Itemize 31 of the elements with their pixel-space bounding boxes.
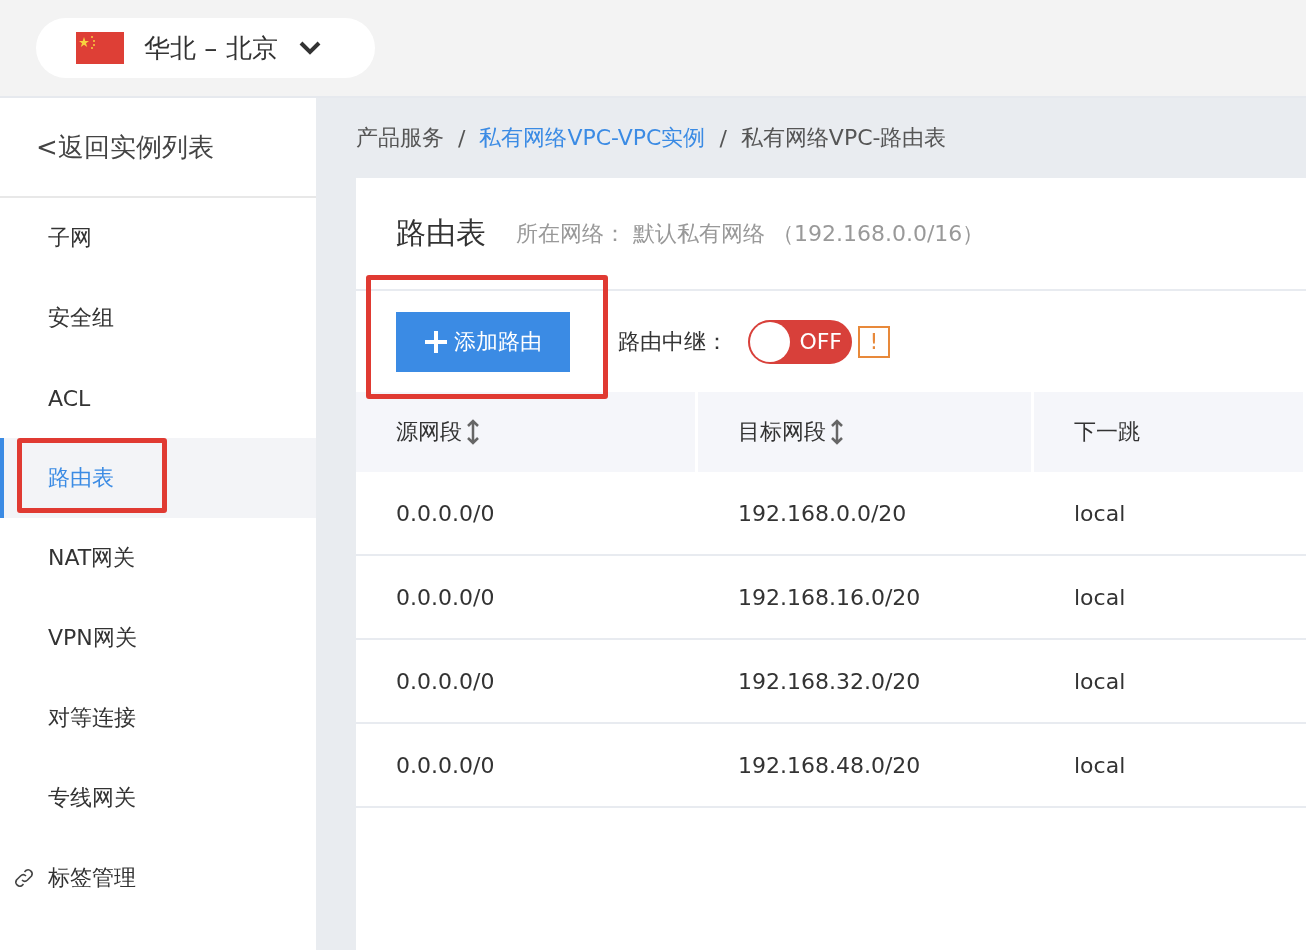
breadcrumb-separator: / (719, 125, 727, 151)
table-cell: 192.168.32.0/20 (698, 640, 1034, 724)
chevron-down-icon (297, 40, 322, 56)
breadcrumb-separator: / (458, 125, 466, 151)
table-cell: local (1034, 556, 1306, 640)
add-route-button[interactable]: 添加路由 (396, 311, 570, 372)
table-cell: local (1034, 724, 1306, 808)
flag-icon (76, 32, 124, 64)
table-cell: local (1034, 640, 1306, 724)
table-cell: 0.0.0.0/0 (356, 472, 698, 556)
table-cell: 0.0.0.0/0 (356, 556, 698, 640)
sort-icon[interactable] (466, 419, 480, 445)
breadcrumb-item[interactable]: 私有网络VPC-路由表 (740, 123, 947, 153)
relay-label: 路由中继： (618, 327, 728, 356)
region-selector[interactable]: 华北 – 北京 (36, 18, 375, 78)
column-title: 下一跳 (1074, 418, 1140, 446)
table-cell: 192.168.0.0/20 (698, 472, 1034, 556)
table-cell: local (1034, 472, 1306, 556)
page-title: 路由表 (396, 214, 486, 252)
column-title: 目标网段 (738, 418, 826, 446)
table-cell: 192.168.16.0/20 (698, 556, 1034, 640)
sort-icon[interactable] (830, 419, 844, 445)
link-icon (12, 866, 36, 890)
breadcrumb-item[interactable]: 产品服务 (356, 123, 444, 153)
network-label: 所在网络： 默认私有网络 （192.168.0.0/16） (516, 219, 985, 248)
table-cell: 192.168.48.0/20 (698, 724, 1034, 808)
plus-icon (424, 329, 448, 354)
relay-toggle[interactable]: OFF (748, 319, 852, 364)
table-cell: 0.0.0.0/0 (356, 724, 698, 808)
table-cell: 0.0.0.0/0 (356, 640, 698, 724)
column-title: 源网段 (396, 418, 462, 446)
